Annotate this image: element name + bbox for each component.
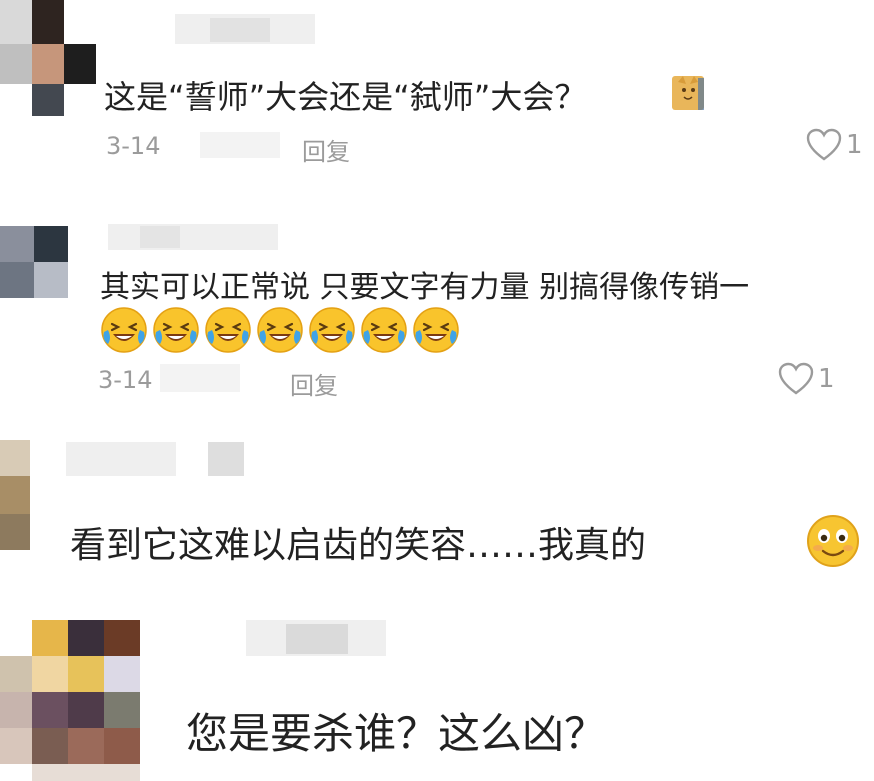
avatar[interactable]: [0, 440, 30, 550]
username-redacted-2: [208, 442, 244, 476]
avatar[interactable]: [0, 0, 100, 120]
comment-text: 您是要杀谁？这么凶？: [186, 709, 607, 758]
reply-button[interactable]: 回复: [302, 132, 350, 167]
laughing-crying-icon: [256, 306, 304, 358]
location-redacted: [200, 132, 280, 158]
like-button[interactable]: 1: [778, 362, 835, 396]
username-redacted-2: [210, 18, 270, 42]
heart-icon: [778, 362, 814, 395]
heart-icon: [806, 128, 842, 161]
laughing-crying-icon: [412, 306, 460, 358]
smiling-face-icon: [806, 514, 860, 568]
like-count: 1: [846, 130, 863, 160]
comment-text: 其实可以正常说 只要文字有力量 别搞得像传销一: [100, 270, 750, 305]
avatar[interactable]: [0, 620, 140, 781]
like-count: 1: [818, 364, 835, 394]
comment-text: 这是“誓师”大会还是“弑师”大会？: [104, 78, 587, 116]
avatar[interactable]: [0, 226, 68, 298]
laughing-crying-icon: [308, 306, 356, 358]
username-redacted-2: [140, 226, 180, 248]
username-redacted[interactable]: [108, 224, 278, 250]
laughing-crying-icon: [204, 306, 252, 358]
laughing-crying-icon: [100, 306, 148, 358]
location-redacted: [160, 364, 240, 392]
username-redacted[interactable]: [66, 442, 176, 476]
like-button[interactable]: 1: [806, 128, 863, 162]
cat-sticker-icon: [672, 74, 704, 110]
comment-date: 3-14: [106, 132, 161, 160]
laughing-crying-icon: [360, 306, 408, 358]
comment-date: 3-14: [98, 366, 153, 394]
comment-text: 看到它这难以启齿的笑容……我真的: [70, 525, 647, 566]
laughing-crying-icon: [152, 306, 200, 358]
username-redacted-2: [286, 624, 348, 654]
reply-button[interactable]: 回复: [290, 366, 338, 401]
emoji-row: [100, 306, 470, 356]
